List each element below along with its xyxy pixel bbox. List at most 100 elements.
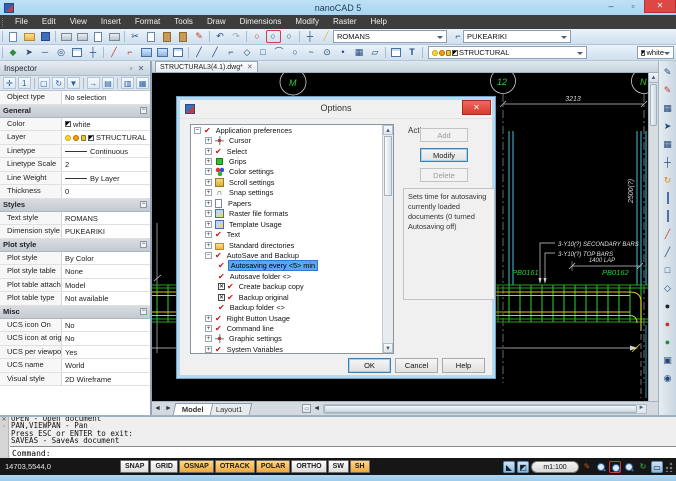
toggle-osnap[interactable]: OSNAP — [179, 460, 214, 473]
tree-item-autosave-and-backup[interactable]: −✔AutoSave and Backup — [192, 250, 380, 260]
minimize-button[interactable]: – — [600, 0, 622, 13]
viewport-icon[interactable]: ◣ — [503, 461, 515, 473]
camera-icon[interactable]: ▣ — [660, 353, 675, 367]
tree-item-right-button-usage[interactable]: +✔Right Button Usage — [192, 313, 380, 323]
redline-icon[interactable]: ╱ — [660, 227, 675, 241]
tab-close-icon[interactable]: ✕ — [247, 63, 253, 71]
regen-icon[interactable]: ↻ — [637, 461, 649, 473]
prop-color[interactable]: Colorwhite — [0, 118, 150, 132]
cut-icon[interactable]: ✂ — [128, 30, 143, 43]
block-icon[interactable] — [139, 46, 154, 59]
move-tool-icon[interactable]: ┼ — [660, 155, 675, 169]
tree-scroll-up-icon[interactable]: ▲ — [383, 125, 393, 135]
prop-layer[interactable]: LayerSTRUCTURAL — [0, 131, 150, 145]
layer-combo[interactable]: STRUCTURAL — [428, 46, 587, 59]
toggle-sw[interactable]: SW — [328, 460, 349, 473]
redo-icon[interactable]: ↷ — [229, 30, 244, 43]
vscroll-thumb[interactable] — [650, 84, 657, 126]
rectangle-icon[interactable]: □ — [256, 46, 271, 59]
tree-item-scroll-settings[interactable]: +Scroll settings — [192, 177, 380, 187]
erase-icon[interactable]: ─ — [38, 46, 53, 59]
tree-item-color-settings[interactable]: +Color settings — [192, 167, 380, 177]
prop-linetype-scale[interactable]: Linetype Scale2 — [0, 158, 150, 172]
prop-plot-style-table[interactable]: Plot style tableNone — [0, 265, 150, 279]
tree-item-application-preferences[interactable]: −✔Application preferences — [192, 125, 380, 135]
resize-grip[interactable] — [665, 462, 673, 472]
tree-item-create-backup-copy[interactable]: ✕✔Create backup copy — [192, 282, 380, 292]
menu-insert[interactable]: Insert — [94, 15, 128, 29]
collapse-icon[interactable]: − — [140, 201, 147, 208]
image-tool-icon[interactable] — [660, 191, 675, 205]
sphere-black-icon[interactable]: ● — [660, 299, 675, 313]
prop-thickness[interactable]: Thickness0 — [0, 185, 150, 199]
section-misc[interactable]: Misc− — [0, 306, 150, 319]
tree-item-snap-settings[interactable]: +∩Snap settings — [192, 188, 380, 198]
tree-item-backup-folder[interactable]: ✔Backup folder <> — [192, 302, 380, 312]
close-button[interactable]: ✕ — [644, 0, 676, 13]
scale-display[interactable]: m1:100 — [531, 461, 579, 473]
hscroll-splitter[interactable]: ▭ — [302, 404, 311, 413]
undo-icon[interactable]: ↶ — [213, 30, 228, 43]
poly-edit-icon[interactable]: ◇ — [660, 281, 675, 295]
tree-item-papers[interactable]: +Papers — [192, 198, 380, 208]
point-icon[interactable]: • — [336, 46, 351, 59]
copy-icon[interactable] — [144, 30, 159, 43]
edit-hatch-icon[interactable]: ▦ — [660, 101, 675, 115]
zoom-out-status-icon[interactable] — [623, 461, 635, 473]
paste-special-icon[interactable] — [176, 30, 191, 43]
zoom-window-icon[interactable]: ○ — [266, 30, 281, 43]
sphere-green-icon[interactable]: ● — [660, 335, 675, 349]
plot-icon[interactable] — [59, 30, 74, 43]
hscroll-thumb[interactable] — [324, 405, 637, 413]
checkbox-checked-icon[interactable]: ✕ — [218, 294, 225, 301]
toggle-snap[interactable]: SNAP — [120, 460, 149, 473]
toggle-otrack[interactable]: OTRACK — [215, 460, 255, 473]
sphere-color-icon[interactable]: ● — [660, 317, 675, 331]
table-icon[interactable] — [389, 46, 404, 59]
hatch-icon[interactable]: ▦ — [352, 46, 367, 59]
prop-plot-table-attach[interactable]: Plot table attach...Model — [0, 279, 150, 293]
tab-model[interactable]: Model — [173, 403, 213, 415]
settings-a-icon[interactable]: ▥ — [121, 77, 134, 89]
page-setup-icon[interactable] — [91, 30, 106, 43]
tree-item-grips[interactable]: +Grips — [192, 156, 380, 166]
menu-tools[interactable]: Tools — [167, 15, 200, 29]
tree-item-autosave-folder[interactable]: ✔Autosave folder <> — [192, 271, 380, 281]
tree-item-backup-original[interactable]: ✕✔Backup original — [192, 292, 380, 302]
menu-format[interactable]: Format — [128, 15, 167, 29]
pick-add-icon[interactable]: ✛ — [3, 77, 16, 89]
measure-icon[interactable]: ╱ — [319, 30, 334, 43]
offset-icon[interactable]: ◎ — [54, 46, 69, 59]
tree-item-autosaving-every[interactable]: ✔Autosaving every <5> min — [192, 261, 380, 271]
tree-item-text[interactable]: +✔Text — [192, 229, 380, 239]
rect-edit-icon[interactable]: □ — [660, 263, 675, 277]
tree-item-command-line[interactable]: +✔Command line — [192, 323, 380, 333]
hscroll-left-icon[interactable]: ◄ — [311, 405, 322, 412]
paste-icon[interactable] — [160, 30, 175, 43]
prop-lineweight[interactable]: Line WeightBy Layer — [0, 172, 150, 186]
refresh-icon[interactable]: ↻ — [52, 77, 65, 89]
copy-properties-icon[interactable]: ◆ — [6, 46, 21, 59]
section-plot-style[interactable]: Plot style− — [0, 239, 150, 252]
menu-dimensions[interactable]: Dimensions — [233, 15, 289, 29]
collapse-icon[interactable]: − — [140, 107, 147, 114]
tree-scroll-thumb[interactable] — [384, 136, 392, 196]
dialog-close-button[interactable]: ✕ — [462, 100, 491, 115]
toggle-polar[interactable]: POLAR — [256, 460, 291, 473]
inspector-pin-icon[interactable]: ▫ — [126, 64, 136, 73]
array-icon[interactable] — [70, 46, 85, 59]
text-style-combo[interactable]: ROMANS — [333, 30, 447, 43]
prop-object-type[interactable]: Object typeNo selection — [0, 91, 150, 105]
add-button[interactable]: Add — [420, 128, 468, 142]
prop-ucs-icon-on[interactable]: UCS icon OnNo — [0, 319, 150, 333]
import-icon[interactable]: ▤ — [102, 77, 115, 89]
prop-ucs-icon-origin[interactable]: UCS icon at originNo — [0, 332, 150, 346]
save-icon[interactable] — [38, 30, 53, 43]
dim-style-combo[interactable]: PUKEARIKI — [463, 30, 571, 43]
polyline-icon[interactable]: ⌐ — [224, 46, 239, 59]
menu-view[interactable]: View — [63, 15, 94, 29]
command-close-icon[interactable]: ✕ — [0, 417, 8, 424]
modify-button[interactable]: Modify — [420, 148, 468, 162]
move-icon[interactable]: ┼ — [86, 46, 101, 59]
toggle-ortho[interactable]: ORTHO — [291, 460, 326, 473]
